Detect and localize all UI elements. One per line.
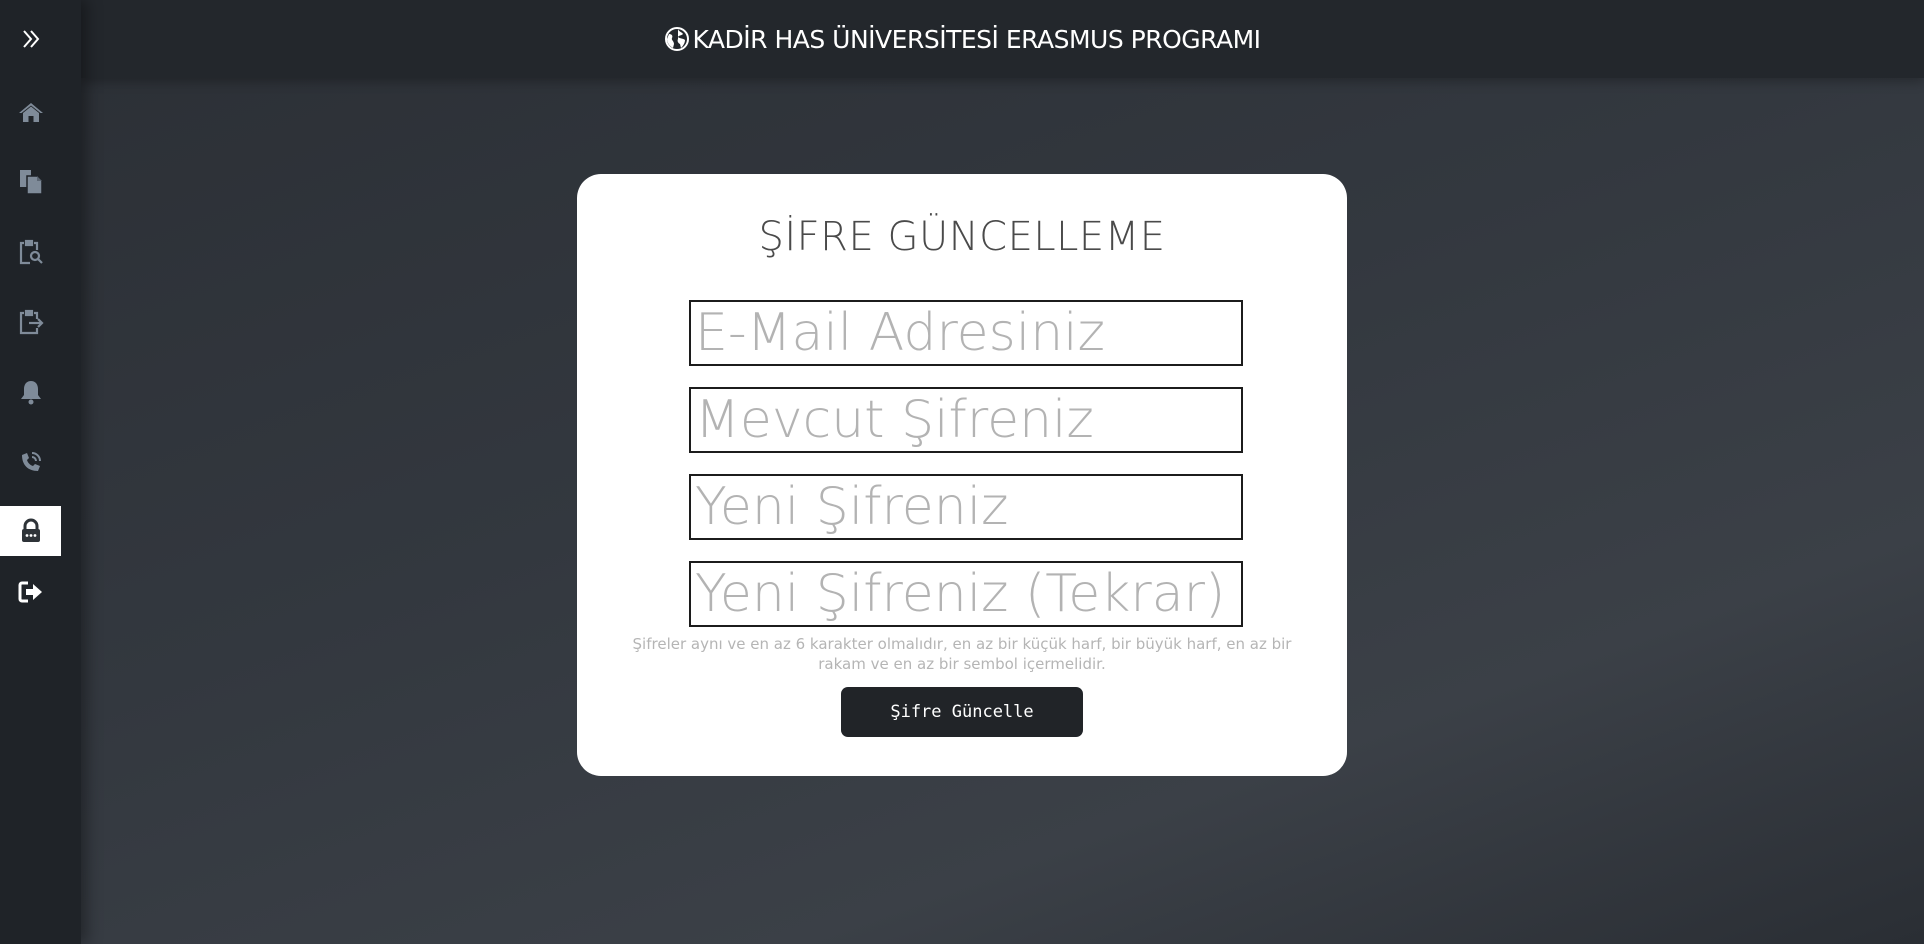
- email-field[interactable]: [689, 300, 1243, 366]
- page-title: ŞİFRE GÜNCELLEME: [758, 214, 1166, 260]
- clipboard-arrow-icon: [18, 309, 44, 335]
- globe-icon: [664, 26, 690, 52]
- double-chevron-right-icon: [20, 28, 42, 50]
- sidebar-item-search-applications[interactable]: [0, 227, 61, 277]
- sidebar-item-home[interactable]: [0, 87, 61, 137]
- sign-out-icon: [18, 580, 44, 604]
- password-rules-hint: Şifreler aynı ve en az 6 karakter olmalı…: [632, 635, 1292, 673]
- sidebar-toggle-button[interactable]: [0, 14, 61, 64]
- top-bar: KADİR HAS ÜNİVERSİTESİ ERASMUS PROGRAMI: [81, 0, 1924, 78]
- sidebar-item-transfer-applications[interactable]: [0, 297, 61, 347]
- copy-files-icon: [19, 169, 43, 195]
- current-password-field[interactable]: [689, 387, 1243, 453]
- password-update-card: ŞİFRE GÜNCELLEME Şifreler aynı ve en az …: [577, 174, 1347, 776]
- app-title: KADİR HAS ÜNİVERSİTESİ ERASMUS PROGRAMI: [692, 24, 1261, 54]
- sidebar-item-notifications[interactable]: [0, 367, 61, 417]
- clipboard-search-icon: [18, 239, 44, 265]
- sidebar: [0, 0, 81, 944]
- new-password-repeat-field[interactable]: [689, 561, 1243, 627]
- lock-icon: [19, 518, 43, 544]
- sidebar-item-contact[interactable]: [0, 437, 61, 487]
- new-password-field[interactable]: [689, 474, 1243, 540]
- brand: KADİR HAS ÜNİVERSİTESİ ERASMUS PROGRAMI: [664, 24, 1261, 54]
- home-icon: [18, 101, 44, 123]
- sidebar-item-documents[interactable]: [0, 157, 61, 207]
- sidebar-item-change-password[interactable]: [0, 506, 61, 556]
- phone-icon: [18, 449, 44, 475]
- sidebar-item-logout[interactable]: [0, 567, 61, 617]
- update-password-button[interactable]: Şifre Güncelle: [841, 687, 1083, 737]
- bell-icon: [19, 379, 43, 405]
